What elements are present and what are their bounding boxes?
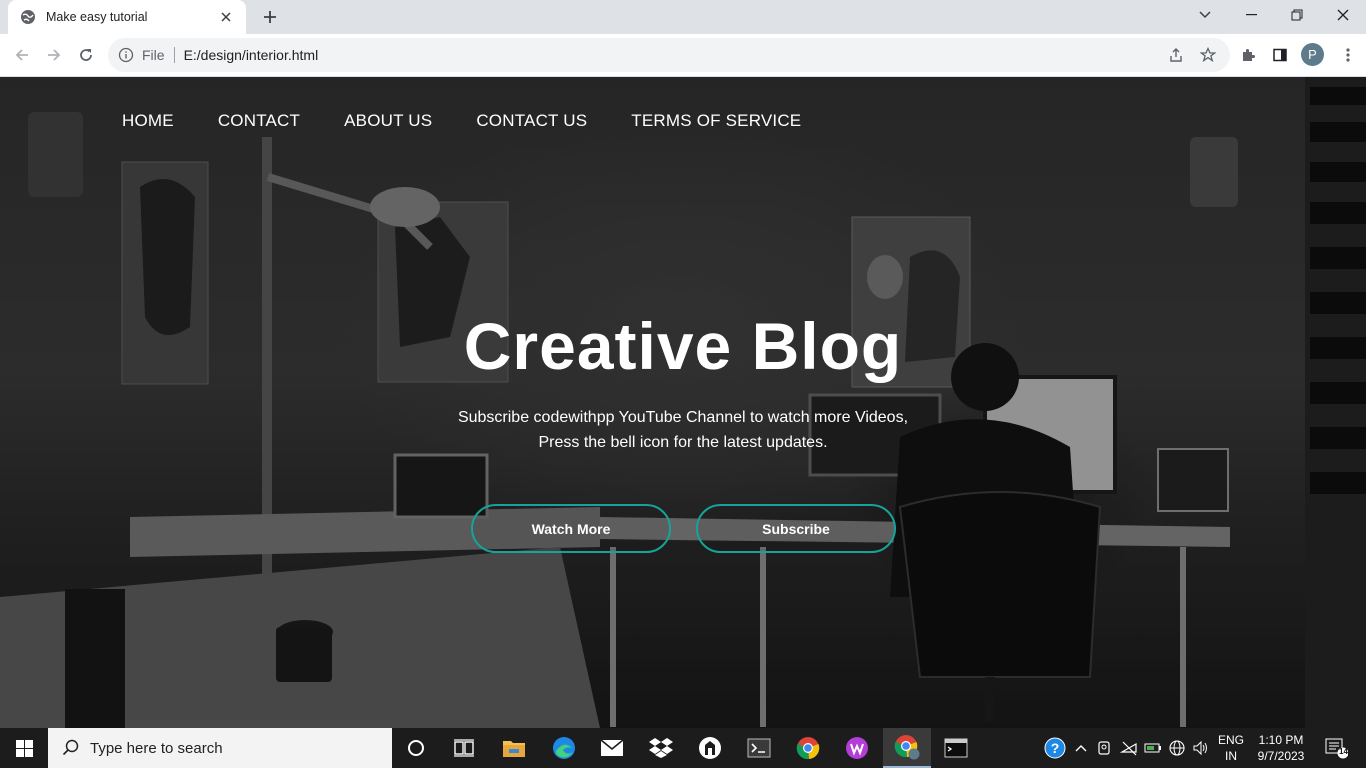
page-viewport: HOME CONTACT ABOUT US CONTACT US TERMS O…: [0, 77, 1366, 728]
language-indicator[interactable]: ENG IN: [1212, 732, 1250, 764]
tab-title: Make easy tutorial: [46, 10, 148, 24]
minimize-icon[interactable]: [1228, 0, 1274, 30]
volume-icon[interactable]: [1191, 738, 1211, 758]
hero-title: Creative Blog: [463, 309, 903, 383]
meet-now-icon[interactable]: [1095, 738, 1115, 758]
hero-subtitle-line-2: Press the bell icon for the latest updat…: [538, 434, 828, 451]
globe-icon: [20, 9, 36, 25]
windows-taskbar: Type here to search ? ENG IN 1:10 PM 9/7…: [0, 728, 1366, 768]
battery-icon[interactable]: [1143, 738, 1163, 758]
clock-date: 9/7/2023: [1257, 749, 1305, 763]
kebab-menu-icon[interactable]: [1336, 43, 1360, 67]
browser-toolbar: File P: [0, 34, 1366, 77]
browser-tab[interactable]: Make easy tutorial: [8, 0, 246, 34]
watch-more-button[interactable]: Watch More: [471, 504, 671, 553]
hero-subtitle-line-1: Subscribe codewithpp YouTube Channel to …: [457, 409, 909, 426]
restore-icon[interactable]: [1274, 0, 1320, 30]
subscribe-button[interactable]: Subscribe: [696, 504, 896, 553]
app-icon[interactable]: [686, 728, 734, 768]
share-icon[interactable]: [1164, 43, 1188, 67]
close-tab-icon[interactable]: [216, 7, 236, 27]
info-icon[interactable]: [118, 47, 134, 63]
nav-contact-link[interactable]: CONTACT: [218, 111, 300, 131]
new-tab-button[interactable]: [258, 5, 282, 29]
reload-icon[interactable]: [71, 40, 101, 70]
wps-icon[interactable]: [833, 728, 881, 768]
back-arrow-icon[interactable]: [7, 40, 37, 70]
nav-about-us-link[interactable]: ABOUT US: [344, 111, 432, 131]
mail-icon[interactable]: [588, 728, 636, 768]
site-nav: HOME CONTACT ABOUT US CONTACT US TERMS O…: [122, 111, 845, 131]
chevron-up-icon[interactable]: [1071, 738, 1091, 758]
cortana-icon[interactable]: [392, 728, 440, 768]
extensions-puzzle-icon[interactable]: [1236, 43, 1260, 67]
task-view-icon[interactable]: [440, 728, 488, 768]
search-icon: [62, 739, 79, 756]
dropbox-icon[interactable]: [637, 728, 685, 768]
hero-buttons: Watch More Subscribe: [471, 504, 896, 553]
language-code: ENG: [1217, 733, 1244, 747]
chrome-profile-icon[interactable]: [883, 728, 931, 768]
network-off-icon[interactable]: [1119, 738, 1139, 758]
nav-terms-of-service-link[interactable]: TERMS OF SERVICE: [631, 111, 801, 131]
nav-home-link[interactable]: HOME: [122, 111, 174, 131]
clock[interactable]: 1:10 PM 9/7/2023: [1252, 732, 1310, 764]
bookmark-star-icon[interactable]: [1196, 43, 1220, 67]
nav-contact-us-link[interactable]: CONTACT US: [476, 111, 587, 131]
notification-count: 14: [1339, 747, 1348, 756]
search-placeholder: Type here to search: [90, 739, 223, 757]
edge-icon[interactable]: [540, 728, 588, 768]
tab-strip: Make easy tutorial: [0, 0, 1366, 34]
globe-network-icon[interactable]: [1167, 738, 1187, 758]
tab-search-icon[interactable]: [1182, 0, 1228, 30]
help-icon[interactable]: ?: [1043, 736, 1067, 760]
hero-section: Creative Blog Subscribe codewithpp YouTu…: [0, 313, 1366, 455]
file-explorer-icon[interactable]: [490, 728, 538, 768]
chrome-icon[interactable]: [784, 728, 832, 768]
cmd-icon[interactable]: [932, 728, 980, 768]
close-window-icon[interactable]: [1320, 0, 1366, 30]
address-bar[interactable]: File: [108, 38, 1230, 72]
windows-start-icon[interactable]: [0, 728, 48, 768]
scheme-label: File: [142, 47, 175, 63]
forward-arrow-icon[interactable]: [39, 40, 69, 70]
clock-time: 1:10 PM: [1258, 733, 1304, 747]
side-panel-icon[interactable]: [1268, 43, 1292, 67]
profile-avatar[interactable]: P: [1301, 43, 1324, 66]
url-input[interactable]: [183, 47, 1230, 63]
terminal-icon[interactable]: [735, 728, 783, 768]
region-code: IN: [1225, 749, 1237, 763]
notification-center-icon[interactable]: 14: [1322, 736, 1350, 760]
taskbar-search-box[interactable]: Type here to search: [48, 728, 392, 768]
svg-text:?: ?: [1051, 740, 1060, 756]
